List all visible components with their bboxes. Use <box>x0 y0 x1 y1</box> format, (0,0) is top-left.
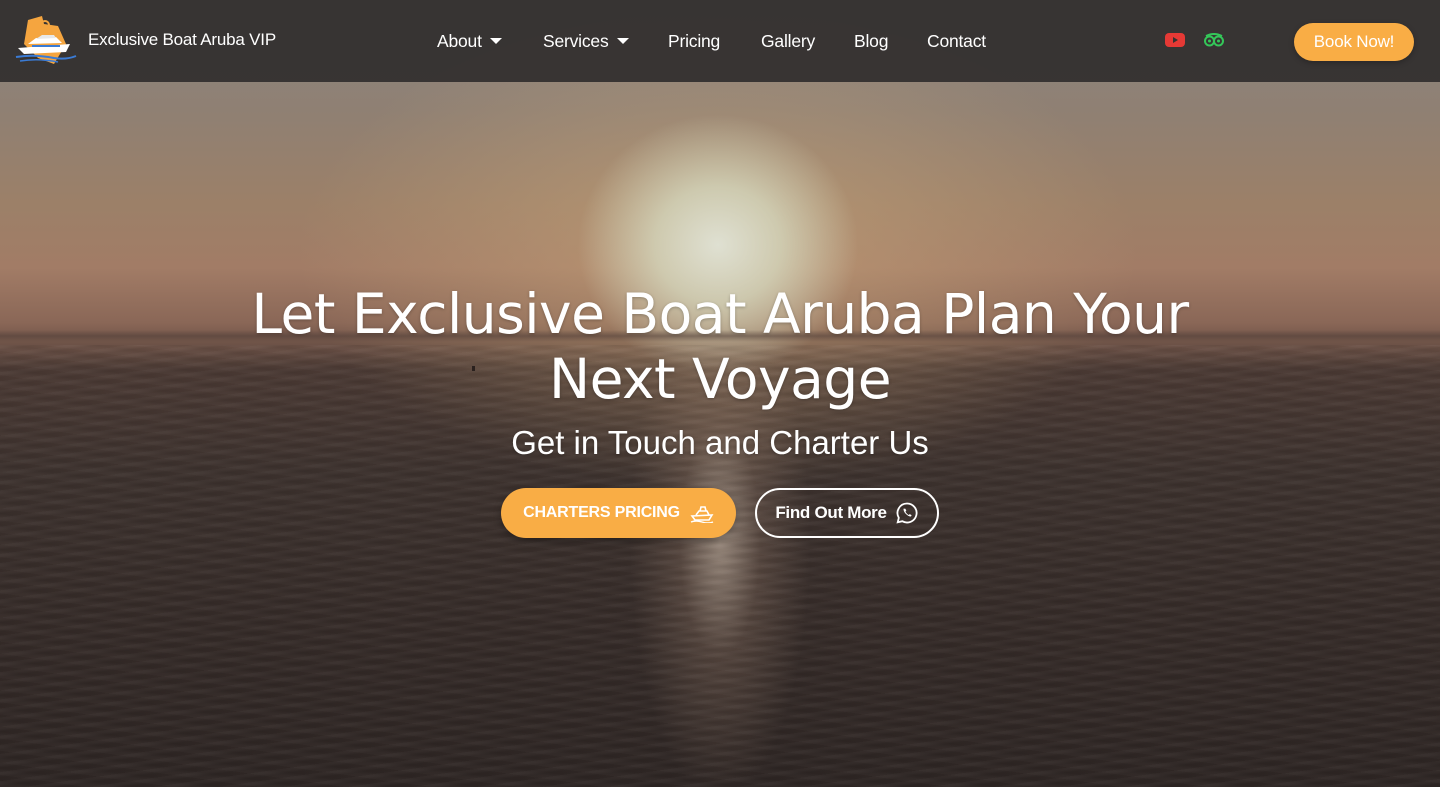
nav-label: Blog <box>854 30 889 51</box>
find-out-more-button[interactable]: Find Out More <box>755 488 939 538</box>
charters-pricing-button[interactable]: CHARTERS PRICING <box>501 488 736 538</box>
hero-subtitle: Get in Touch and Charter Us <box>511 424 929 461</box>
brand-name[interactable]: Exclusive Boat Aruba VIP <box>88 30 276 50</box>
nav-item-about[interactable]: About <box>437 28 502 54</box>
caret-down-icon <box>616 38 629 44</box>
button-label: Find Out More <box>775 503 887 522</box>
nav-item-gallery[interactable]: Gallery <box>761 28 815 54</box>
site-header: Exclusive Boat Aruba VIP About Services … <box>0 0 1440 82</box>
book-now-button[interactable]: Book Now! <box>1294 23 1414 61</box>
hero-title: Let Exclusive Boat Aruba Plan Your Next … <box>251 282 1189 411</box>
nav-label: Pricing <box>668 30 721 51</box>
youtube-icon[interactable] <box>1164 31 1186 49</box>
nav-item-blog[interactable]: Blog <box>854 28 888 54</box>
button-label: CHARTERS PRICING <box>523 504 680 521</box>
yacht-logo-icon[interactable] <box>14 14 78 68</box>
caret-down-icon <box>489 38 502 44</box>
boat-icon <box>690 506 714 523</box>
nav-label: Contact <box>927 30 986 51</box>
nav-item-services[interactable]: Services <box>543 28 629 54</box>
nav-label: About <box>437 30 482 51</box>
nav-item-pricing[interactable]: Pricing <box>668 28 720 54</box>
nav-label: Services <box>543 30 609 51</box>
nav-item-contact[interactable]: Contact <box>927 28 986 54</box>
nav-label: Gallery <box>761 30 816 51</box>
whatsapp-icon <box>896 502 918 524</box>
tripadvisor-icon[interactable] <box>1203 31 1225 49</box>
